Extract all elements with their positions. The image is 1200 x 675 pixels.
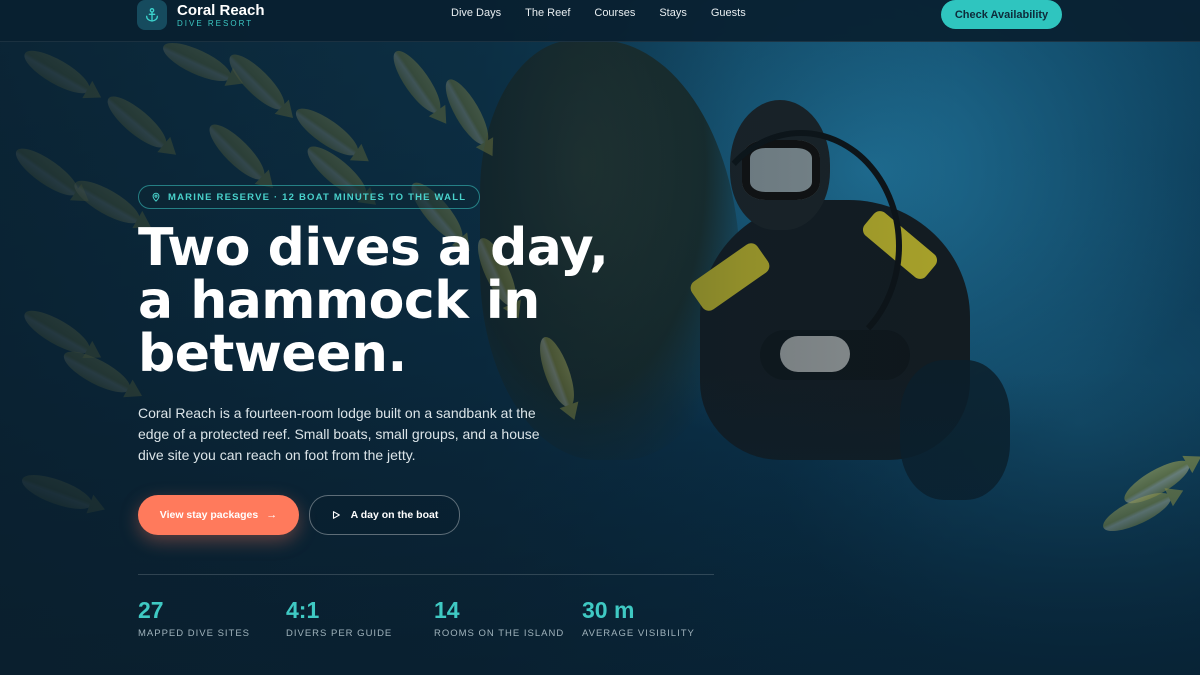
nav-link-the-reef[interactable]: The Reef — [525, 7, 570, 19]
top-nav: Coral Reach DIVE RESORT Dive Days The Re… — [0, 0, 1200, 42]
stat-divers-per-guide: 4:1 DIVERS PER GUIDE — [286, 597, 434, 639]
check-availability-button[interactable]: Check Availability — [941, 0, 1062, 29]
headline-line: between. — [138, 324, 407, 384]
view-stay-packages-label: View stay packages — [159, 509, 259, 521]
main-nav: Dive Days The Reef Courses Stays Guests — [451, 7, 770, 19]
brand-logo-link[interactable]: Coral Reach DIVE RESORT — [137, 0, 265, 30]
nav-link-stays[interactable]: Stays — [659, 7, 687, 19]
headline-line: a hammock in — [138, 271, 540, 331]
stat-visibility: 30 m AVERAGE VISIBILITY — [582, 597, 730, 639]
stat-value: 27 — [138, 597, 164, 623]
map-pin-icon — [152, 192, 160, 202]
stat-rooms: 14 ROOMS ON THE ISLAND — [434, 597, 582, 639]
stat-label: DIVERS PER GUIDE — [286, 628, 393, 639]
hero-content: MARINE RESERVE · 12 BOAT MINUTES TO THE … — [138, 185, 738, 535]
stats-divider — [138, 574, 714, 575]
stat-label: ROOMS ON THE ISLAND — [434, 628, 565, 639]
hero-headline: Two dives a day, a hammock in between. — [138, 222, 738, 381]
stat-dive-sites: 27 MAPPED DIVE SITES — [138, 597, 286, 639]
hero-actions: View stay packages → A day on the boat — [138, 495, 738, 535]
stat-value: 4:1 — [286, 597, 320, 623]
day-on-the-boat-label: A day on the boat — [350, 509, 439, 521]
location-badge: MARINE RESERVE · 12 BOAT MINUTES TO THE … — [138, 185, 481, 209]
day-on-the-boat-button[interactable]: A day on the boat — [309, 495, 460, 535]
view-stay-packages-button[interactable]: View stay packages → — [138, 495, 299, 535]
location-badge-text: MARINE RESERVE · 12 BOAT MINUTES TO THE … — [168, 191, 467, 203]
stat-label: AVERAGE VISIBILITY — [582, 628, 695, 639]
brand-name: Coral Reach — [177, 1, 265, 19]
hero-description: Coral Reach is a fourteen-room lodge bui… — [138, 405, 540, 463]
stat-value: 14 — [434, 597, 460, 623]
stat-value: 30 m — [582, 597, 635, 623]
nav-link-guests[interactable]: Guests — [711, 7, 746, 19]
nav-link-dive-days[interactable]: Dive Days — [451, 7, 501, 19]
play-icon — [332, 511, 340, 519]
nav-link-courses[interactable]: Courses — [594, 7, 635, 19]
arrow-right-icon: → — [266, 509, 278, 521]
stat-label: MAPPED DIVE SITES — [138, 628, 251, 639]
brand-subtitle: DIVE RESORT — [177, 18, 254, 28]
stats-row: 27 MAPPED DIVE SITES 4:1 DIVERS PER GUID… — [138, 597, 730, 639]
headline-line: Two dives a day, — [138, 218, 609, 278]
anchor-icon — [137, 0, 167, 30]
